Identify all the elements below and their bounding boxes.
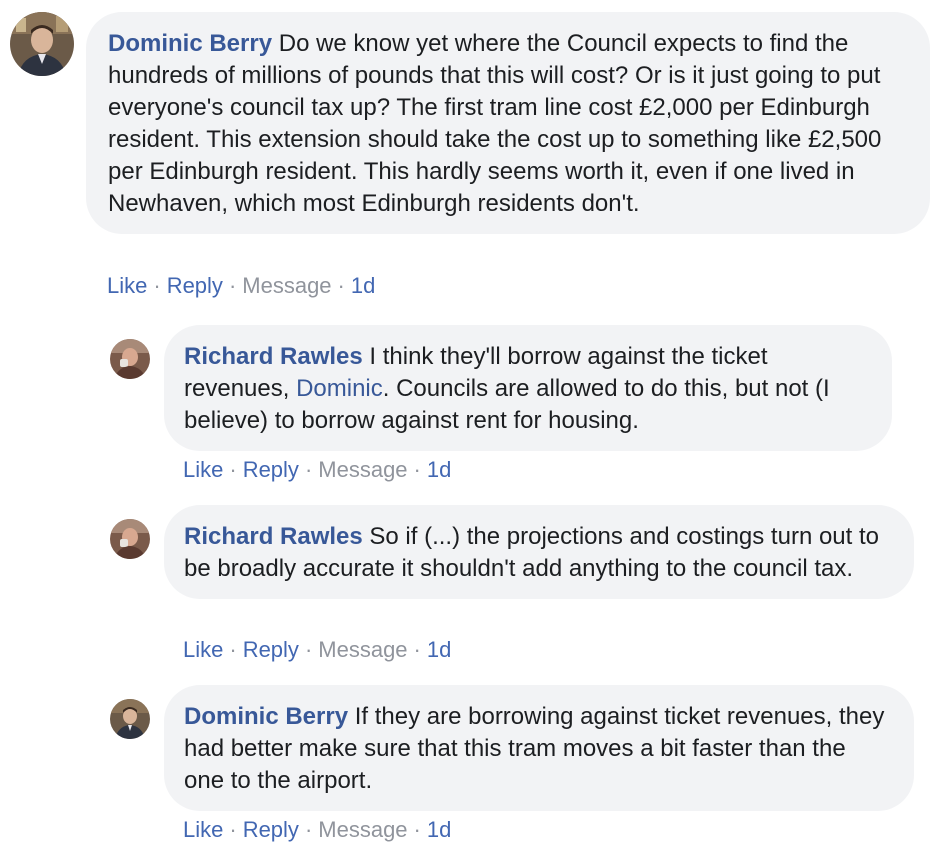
message-button[interactable]: Message: [318, 457, 407, 482]
comment-author[interactable]: Richard Rawles: [184, 343, 363, 370]
avatar[interactable]: [10, 12, 74, 76]
separator: ·: [304, 637, 313, 662]
comment-bubble: Richard Rawles I think they'll borrow ag…: [164, 325, 892, 451]
separator: ·: [228, 273, 237, 298]
avatar[interactable]: [110, 699, 150, 739]
comment-actions: Like · Reply · Message · 1d: [183, 635, 451, 665]
timestamp[interactable]: 1d: [427, 817, 451, 842]
avatar[interactable]: [110, 519, 150, 559]
comment-author[interactable]: Dominic Berry: [184, 703, 348, 730]
separator: ·: [413, 637, 421, 662]
comment-actions: Like · Reply · Message · 1d: [183, 815, 451, 845]
separator: ·: [413, 457, 421, 482]
separator: ·: [153, 273, 161, 298]
separator: ·: [229, 637, 237, 662]
reply-comment: Dominic Berry If they are borrowing agai…: [110, 685, 914, 811]
like-button[interactable]: Like: [107, 273, 147, 298]
comment-bubble: Richard Rawles So if (...) the projectio…: [164, 505, 914, 599]
timestamp[interactable]: 1d: [427, 457, 451, 482]
reply-comment: Richard Rawles So if (...) the projectio…: [110, 505, 914, 599]
comment-author[interactable]: Richard Rawles: [184, 523, 363, 550]
message-button[interactable]: Message: [242, 273, 331, 298]
separator: ·: [337, 273, 345, 298]
message-button[interactable]: Message: [318, 817, 407, 842]
comment-text: Do we know yet where the Council expects…: [108, 30, 882, 217]
separator: ·: [229, 457, 237, 482]
timestamp[interactable]: 1d: [351, 273, 375, 298]
like-button[interactable]: Like: [183, 637, 223, 662]
reply-comment: Richard Rawles I think they'll borrow ag…: [110, 325, 892, 451]
separator: ·: [413, 817, 421, 842]
comment-bubble: Dominic Berry Do we know yet where the C…: [86, 12, 930, 234]
separator: ·: [229, 817, 237, 842]
reply-button[interactable]: Reply: [167, 273, 223, 298]
comment-actions: Like · Reply · Message · 1d: [107, 271, 375, 301]
like-button[interactable]: Like: [183, 817, 223, 842]
avatar[interactable]: [110, 339, 150, 379]
reply-button[interactable]: Reply: [243, 817, 299, 842]
comment: Dominic Berry Do we know yet where the C…: [10, 12, 930, 234]
like-button[interactable]: Like: [183, 457, 223, 482]
reply-button[interactable]: Reply: [243, 637, 299, 662]
timestamp[interactable]: 1d: [427, 637, 451, 662]
comment-bubble: Dominic Berry If they are borrowing agai…: [164, 685, 914, 811]
message-button[interactable]: Message: [318, 637, 407, 662]
mention-link[interactable]: Dominic: [296, 375, 383, 402]
comment-actions: Like · Reply · Message · 1d: [183, 455, 451, 485]
separator: ·: [304, 817, 313, 842]
comment-author[interactable]: Dominic Berry: [108, 30, 272, 57]
separator: ·: [304, 457, 313, 482]
reply-button[interactable]: Reply: [243, 457, 299, 482]
